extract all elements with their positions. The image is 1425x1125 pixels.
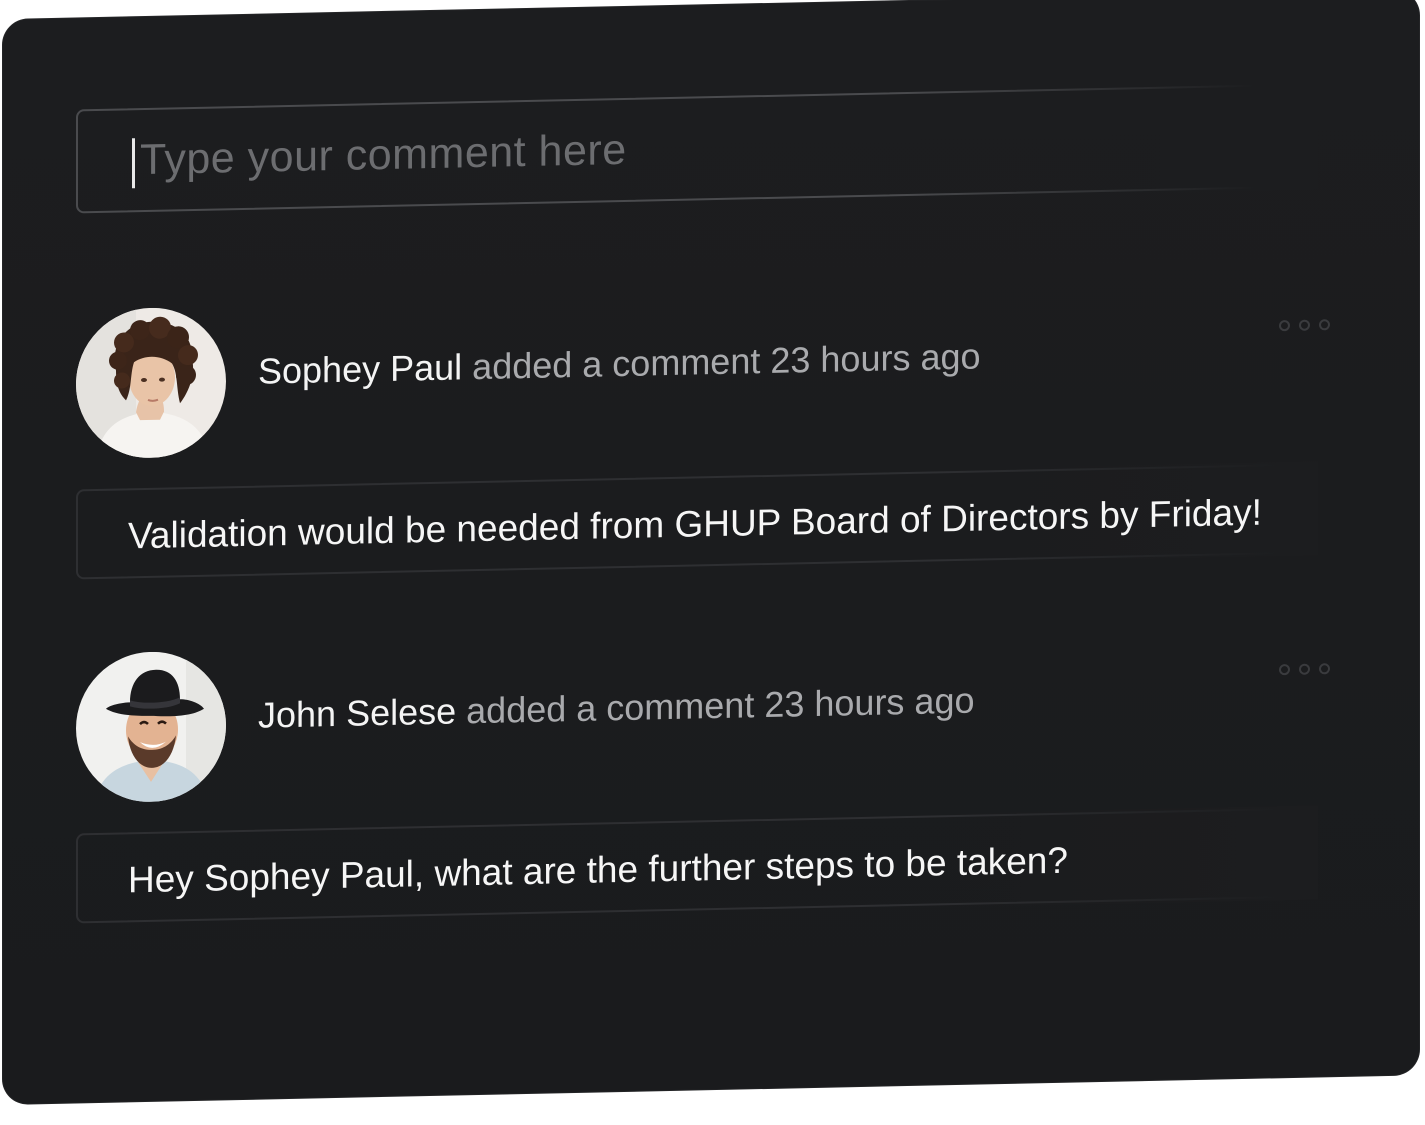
page: Type your comment here Sophey Paul added… xyxy=(0,0,1425,1125)
text-caret xyxy=(132,138,135,189)
comment-item: John Selese added a comment 23 hours ago… xyxy=(76,627,1356,924)
woman-curly-hair-avatar-icon xyxy=(76,306,226,460)
avatar[interactable] xyxy=(76,650,226,804)
comment-author[interactable]: Sophey Paul xyxy=(258,346,462,391)
comment-action: added a comment 23 hours ago xyxy=(472,335,981,388)
comment-item: Sophey Paul added a comment 23 hours ago… xyxy=(76,283,1356,580)
comment-meta: Sophey Paul added a comment 23 hours ago xyxy=(258,336,981,393)
comment-body-text: Hey Sophey Paul, what are the further st… xyxy=(128,839,1068,901)
comment-action: added a comment 23 hours ago xyxy=(466,679,975,732)
comment-body: Validation would be needed from GHUP Boa… xyxy=(76,463,1316,580)
man-black-hat-avatar-icon xyxy=(76,650,226,804)
more-options-icon[interactable] xyxy=(1279,319,1330,332)
comment-body-text: Validation would be needed from GHUP Boa… xyxy=(128,491,1262,557)
more-options-icon[interactable] xyxy=(1279,663,1330,676)
comment-meta: John Selese added a comment 23 hours ago xyxy=(258,680,975,737)
comment-input-placeholder: Type your comment here xyxy=(140,125,627,185)
comment-input[interactable]: Type your comment here xyxy=(76,83,1316,214)
comment-body: Hey Sophey Paul, what are the further st… xyxy=(76,807,1316,924)
avatar[interactable] xyxy=(76,306,226,460)
comment-author[interactable]: John Selese xyxy=(258,690,456,735)
comments-panel: Type your comment here Sophey Paul added… xyxy=(2,0,1420,1106)
